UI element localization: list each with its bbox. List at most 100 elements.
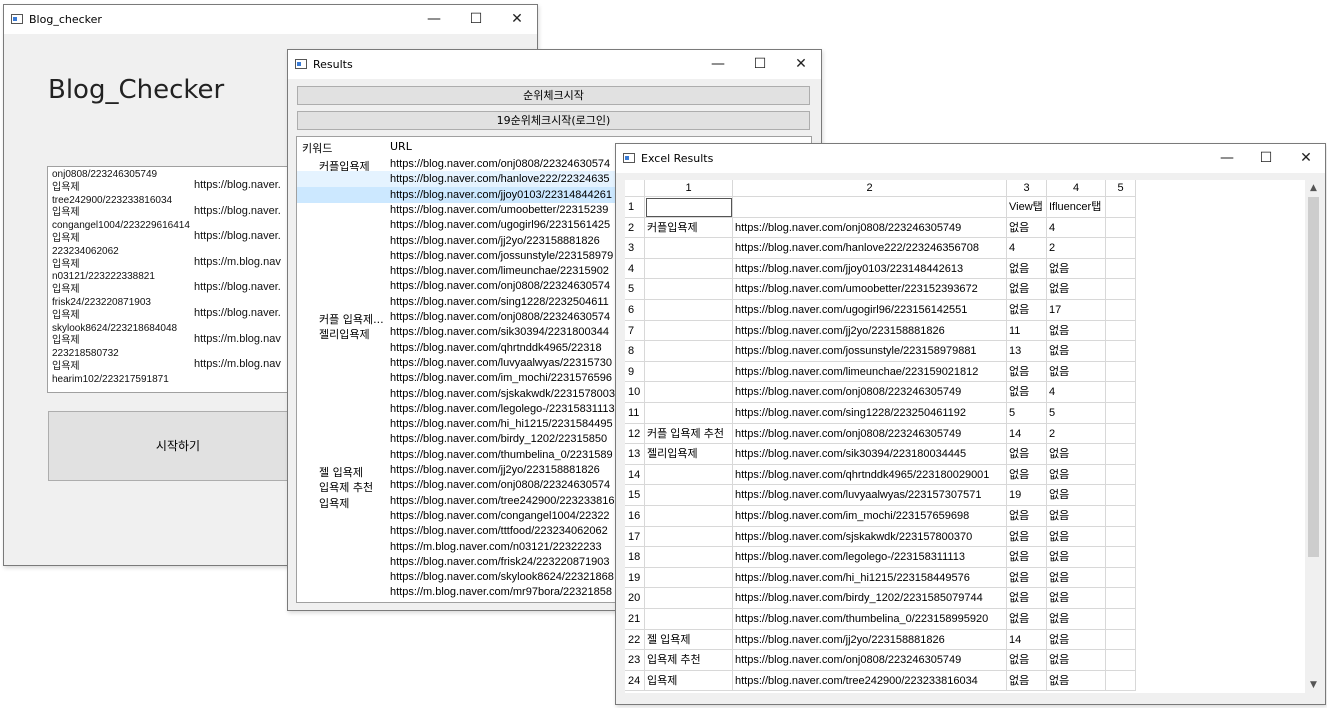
grid-cell[interactable]: 없음 (1007, 650, 1047, 671)
row-header[interactable]: 18 (625, 547, 645, 568)
grid-cell[interactable] (645, 506, 733, 527)
row-header[interactable]: 23 (625, 650, 645, 671)
grid-cell[interactable]: 없음 (1047, 650, 1106, 671)
grid-cell-empty[interactable] (1106, 403, 1136, 424)
minimize-button[interactable]: — (1207, 144, 1247, 173)
grid-cell-empty[interactable] (1106, 341, 1136, 362)
grid-cell[interactable]: 없음 (1047, 341, 1106, 362)
grid-cell[interactable]: 입욕제 추천 (645, 650, 733, 671)
grid-cell[interactable]: 없음 (1007, 217, 1047, 239)
rank-check-button[interactable]: 순위체크시작 (297, 86, 810, 105)
grid-cell[interactable] (645, 382, 733, 403)
grid-cell-empty[interactable] (1106, 650, 1136, 671)
grid-cell[interactable] (645, 526, 733, 548)
grid-cell[interactable] (645, 279, 733, 300)
grid-cell[interactable]: 4 (1007, 238, 1047, 259)
grid-cell[interactable]: https://blog.naver.com/tree242900/223233… (733, 670, 1007, 692)
grid-cell[interactable]: 젤 입욕제 (645, 629, 733, 651)
row-header[interactable]: 24 (625, 670, 645, 692)
row-header[interactable]: 17 (625, 526, 645, 548)
grid-cell[interactable]: 14 (1007, 423, 1047, 445)
grid-cell[interactable]: https://blog.naver.com/hanlove222/223246… (733, 238, 1007, 259)
grid-cell[interactable]: 없음 (1047, 526, 1106, 548)
grid-cell[interactable]: View탭 (1007, 197, 1047, 218)
grid-cell[interactable]: 없음 (1007, 567, 1047, 589)
grid-cell[interactable]: 없음 (1047, 629, 1106, 651)
grid-cell[interactable]: 없음 (1047, 444, 1106, 465)
title-bar[interactable]: Blog_checker — ☐ ✕ (4, 5, 537, 34)
grid-cell[interactable]: 없음 (1047, 670, 1106, 692)
grid-cell[interactable] (645, 485, 733, 506)
grid-cell[interactable] (645, 300, 733, 321)
grid-cell-empty[interactable] (1106, 444, 1136, 465)
grid-cell-empty[interactable] (1106, 629, 1136, 651)
grid-cell[interactable] (645, 258, 733, 280)
close-button[interactable]: ✕ (497, 5, 537, 34)
grid-cell[interactable]: 없음 (1007, 300, 1047, 321)
grid-cell[interactable] (645, 403, 733, 424)
grid-cell[interactable]: 5 (1007, 403, 1047, 424)
grid-cell[interactable]: https://blog.naver.com/ugogirl96/2231561… (733, 300, 1007, 321)
grid-cell-empty[interactable] (1106, 464, 1136, 486)
column-header-keyword[interactable]: 키워드 (302, 140, 332, 156)
grid-cell[interactable]: https://blog.naver.com/onj0808/223246305… (733, 217, 1007, 239)
grid-cell-empty[interactable] (1106, 588, 1136, 609)
minimize-button[interactable]: — (414, 5, 454, 34)
grid-cell[interactable]: https://blog.naver.com/thumbelina_0/2231… (733, 609, 1007, 630)
grid-cell[interactable]: 없음 (1047, 485, 1106, 506)
row-header[interactable]: 15 (625, 485, 645, 506)
grid-cell[interactable]: 없음 (1007, 670, 1047, 692)
column-header[interactable]: 1 (645, 180, 733, 197)
start-button[interactable]: 시작하기 (48, 411, 308, 481)
row-header[interactable]: 8 (625, 341, 645, 362)
grid-cell[interactable]: 없음 (1007, 609, 1047, 630)
grid-cell[interactable] (645, 547, 733, 568)
grid-cell-empty[interactable] (1106, 217, 1136, 239)
grid-cell[interactable]: 없음 (1047, 258, 1106, 280)
grid-cell[interactable] (645, 361, 733, 383)
close-button[interactable]: ✕ (1286, 144, 1326, 173)
grid-cell[interactable]: 4 (1047, 382, 1106, 403)
grid-cell[interactable]: 없음 (1007, 444, 1047, 465)
grid-cell-empty[interactable] (1106, 197, 1136, 218)
scroll-up-icon[interactable]: ▲ (1305, 180, 1322, 196)
row-header[interactable]: 16 (625, 506, 645, 527)
grid-cell[interactable]: https://blog.naver.com/jj2yo/22315888182… (733, 320, 1007, 342)
grid-cell-empty[interactable] (1106, 279, 1136, 300)
grid-cell[interactable] (645, 238, 733, 259)
row-header[interactable]: 4 (625, 258, 645, 280)
grid-cell[interactable] (645, 567, 733, 589)
row-header[interactable]: 12 (625, 423, 645, 445)
grid-cell[interactable]: https://blog.naver.com/jossunstyle/22315… (733, 341, 1007, 362)
grid-cell-empty[interactable] (1106, 361, 1136, 383)
grid-cell[interactable]: 없음 (1047, 588, 1106, 609)
scroll-thumb[interactable] (1308, 197, 1319, 557)
row-header[interactable]: 21 (625, 609, 645, 630)
row-header[interactable]: 7 (625, 320, 645, 342)
grid-cell[interactable]: https://blog.naver.com/onj0808/223246305… (733, 650, 1007, 671)
grid-cell[interactable]: 젤리입욕제 (645, 444, 733, 465)
grid-cell[interactable]: Ifluencer탭 (1047, 197, 1106, 218)
grid-cell[interactable]: 입욕제 (645, 670, 733, 692)
grid-cell-empty[interactable] (1106, 547, 1136, 568)
grid-cell[interactable]: 없음 (1047, 609, 1106, 630)
row-header[interactable]: 14 (625, 464, 645, 486)
grid-cell[interactable]: https://blog.naver.com/sik30394/22318003… (733, 444, 1007, 465)
grid-cell[interactable]: https://blog.naver.com/sing1228/22325046… (733, 403, 1007, 424)
column-header-url[interactable]: URL (390, 140, 412, 153)
grid-cell[interactable]: 없음 (1047, 567, 1106, 589)
grid-cell[interactable]: https://blog.naver.com/limeunchae/223159… (733, 361, 1007, 383)
grid-cell[interactable]: 19 (1007, 485, 1047, 506)
row-header[interactable]: 11 (625, 403, 645, 424)
grid-cell[interactable]: 없음 (1007, 464, 1047, 486)
grid-cell[interactable]: 2 (1047, 423, 1106, 445)
vertical-scrollbar[interactable]: ▲ ▼ (1305, 180, 1322, 693)
grid-cell[interactable]: 없음 (1047, 506, 1106, 527)
grid-cell[interactable] (645, 609, 733, 630)
grid-cell[interactable]: 없음 (1007, 279, 1047, 300)
grid-cell[interactable]: 없음 (1007, 526, 1047, 548)
grid-cell[interactable]: 2 (1047, 238, 1106, 259)
grid-cell-empty[interactable] (1106, 567, 1136, 589)
grid-cell-empty[interactable] (1106, 423, 1136, 445)
row-header[interactable]: 1 (625, 197, 645, 218)
